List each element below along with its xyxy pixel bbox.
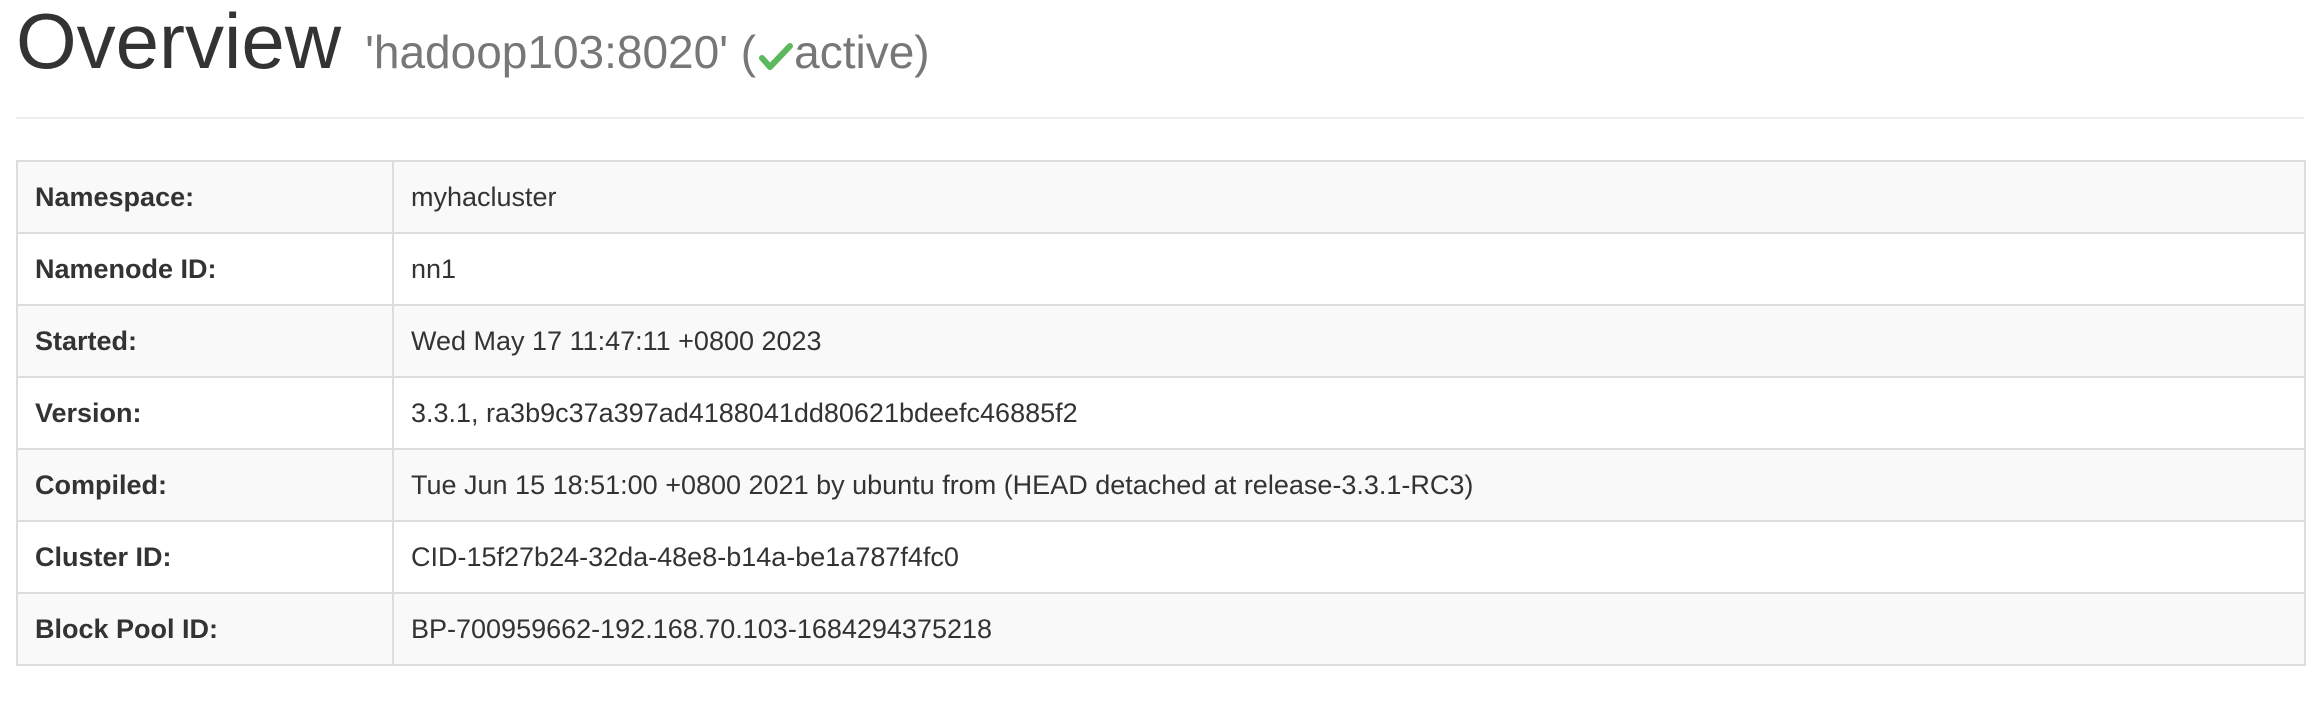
table-row: Started: Wed May 17 11:47:11 +0800 2023: [16, 304, 2306, 378]
table-row: Cluster ID: CID-15f27b24-32da-48e8-b14a-…: [16, 520, 2306, 594]
overview-table: Namespace: myhacluster Namenode ID: nn1 …: [16, 160, 2306, 666]
row-value: Tue Jun 15 18:51:00 +0800 2021 by ubuntu…: [392, 448, 2306, 522]
row-key: Block Pool ID:: [16, 592, 394, 666]
check-icon: [759, 15, 794, 70]
page-header: Overview 'hadoop103:8020' ( active ): [16, 0, 930, 90]
namenode-host: 'hadoop103:8020': [365, 26, 729, 78]
overview-page: Overview 'hadoop103:8020' ( active ) Nam…: [0, 0, 2320, 706]
row-value: BP-700959662-192.168.70.103-168429437521…: [392, 592, 2306, 666]
table-row: Block Pool ID: BP-700959662-192.168.70.1…: [16, 592, 2306, 666]
table-row: Namenode ID: nn1: [16, 232, 2306, 306]
open-paren: (: [728, 26, 757, 78]
table-row: Compiled: Tue Jun 15 18:51:00 +0800 2021…: [16, 448, 2306, 522]
close-paren: ): [914, 26, 930, 78]
page-title: Overview: [16, 0, 342, 85]
row-value: CID-15f27b24-32da-48e8-b14a-be1a787f4fc0: [392, 520, 2306, 594]
row-key: Compiled:: [16, 448, 394, 522]
row-value: Wed May 17 11:47:11 +0800 2023: [392, 304, 2306, 378]
state-label: active: [794, 26, 915, 78]
row-key: Namespace:: [16, 160, 394, 234]
row-value: 3.3.1, ra3b9c37a397ad4188041dd80621bdeef…: [392, 376, 2306, 450]
row-value: nn1: [392, 232, 2306, 306]
row-value: myhacluster: [392, 160, 2306, 234]
row-key: Version:: [16, 376, 394, 450]
table-row: Namespace: myhacluster: [16, 160, 2306, 234]
row-key: Namenode ID:: [16, 232, 394, 306]
row-key: Started:: [16, 304, 394, 378]
header-divider: [16, 117, 2304, 119]
table-row: Version: 3.3.1, ra3b9c37a397ad4188041dd8…: [16, 376, 2306, 450]
namenode-status: 'hadoop103:8020' ( active ): [365, 11, 930, 93]
row-key: Cluster ID:: [16, 520, 394, 594]
